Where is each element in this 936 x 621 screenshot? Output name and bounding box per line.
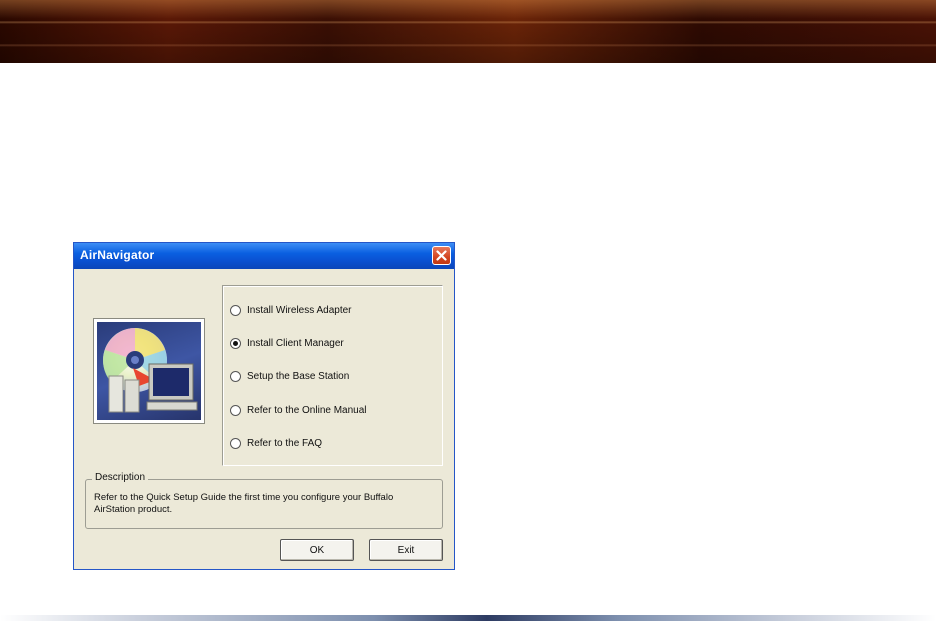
footer-bar [0, 615, 936, 621]
description-group: Description Refer to the Quick Setup Gui… [85, 472, 443, 529]
header-banner [0, 0, 936, 63]
dialog-title: AirNavigator [80, 248, 155, 262]
ok-button[interactable]: OK [280, 539, 354, 561]
option-label: Install Client Manager [247, 337, 344, 349]
option-label: Refer to the Online Manual [247, 404, 367, 416]
radio-button-selected[interactable] [230, 337, 241, 349]
option-label: Install Wireless Adapter [247, 304, 352, 316]
option-label: Setup the Base Station [247, 370, 350, 382]
close-icon [436, 250, 447, 261]
radio-button[interactable] [230, 370, 241, 382]
options-group: Install Wireless Adapter Install Client … [222, 285, 443, 466]
option-setup-base-station[interactable]: Setup the Base Station [230, 368, 349, 384]
option-install-client-manager[interactable]: Install Client Manager [230, 335, 344, 351]
cd-monitor-icon [97, 322, 201, 420]
title-bar[interactable]: AirNavigator [74, 243, 454, 269]
product-image [93, 318, 205, 424]
option-online-manual[interactable]: Refer to the Online Manual [230, 402, 367, 418]
option-label: Refer to the FAQ [247, 437, 323, 449]
description-text: Refer to the Quick Setup Guide the first… [94, 492, 394, 515]
description-legend: Description [92, 472, 149, 483]
airnavigator-dialog: AirNavigator Install Wireless Adapter In… [73, 242, 455, 570]
radio-button[interactable] [230, 437, 241, 449]
option-faq[interactable]: Refer to the FAQ [230, 435, 322, 451]
radio-button[interactable] [230, 404, 241, 416]
exit-button[interactable]: Exit [369, 539, 443, 561]
option-install-wireless-adapter[interactable]: Install Wireless Adapter [230, 302, 352, 318]
radio-button[interactable] [230, 304, 241, 316]
close-button[interactable] [432, 246, 451, 265]
